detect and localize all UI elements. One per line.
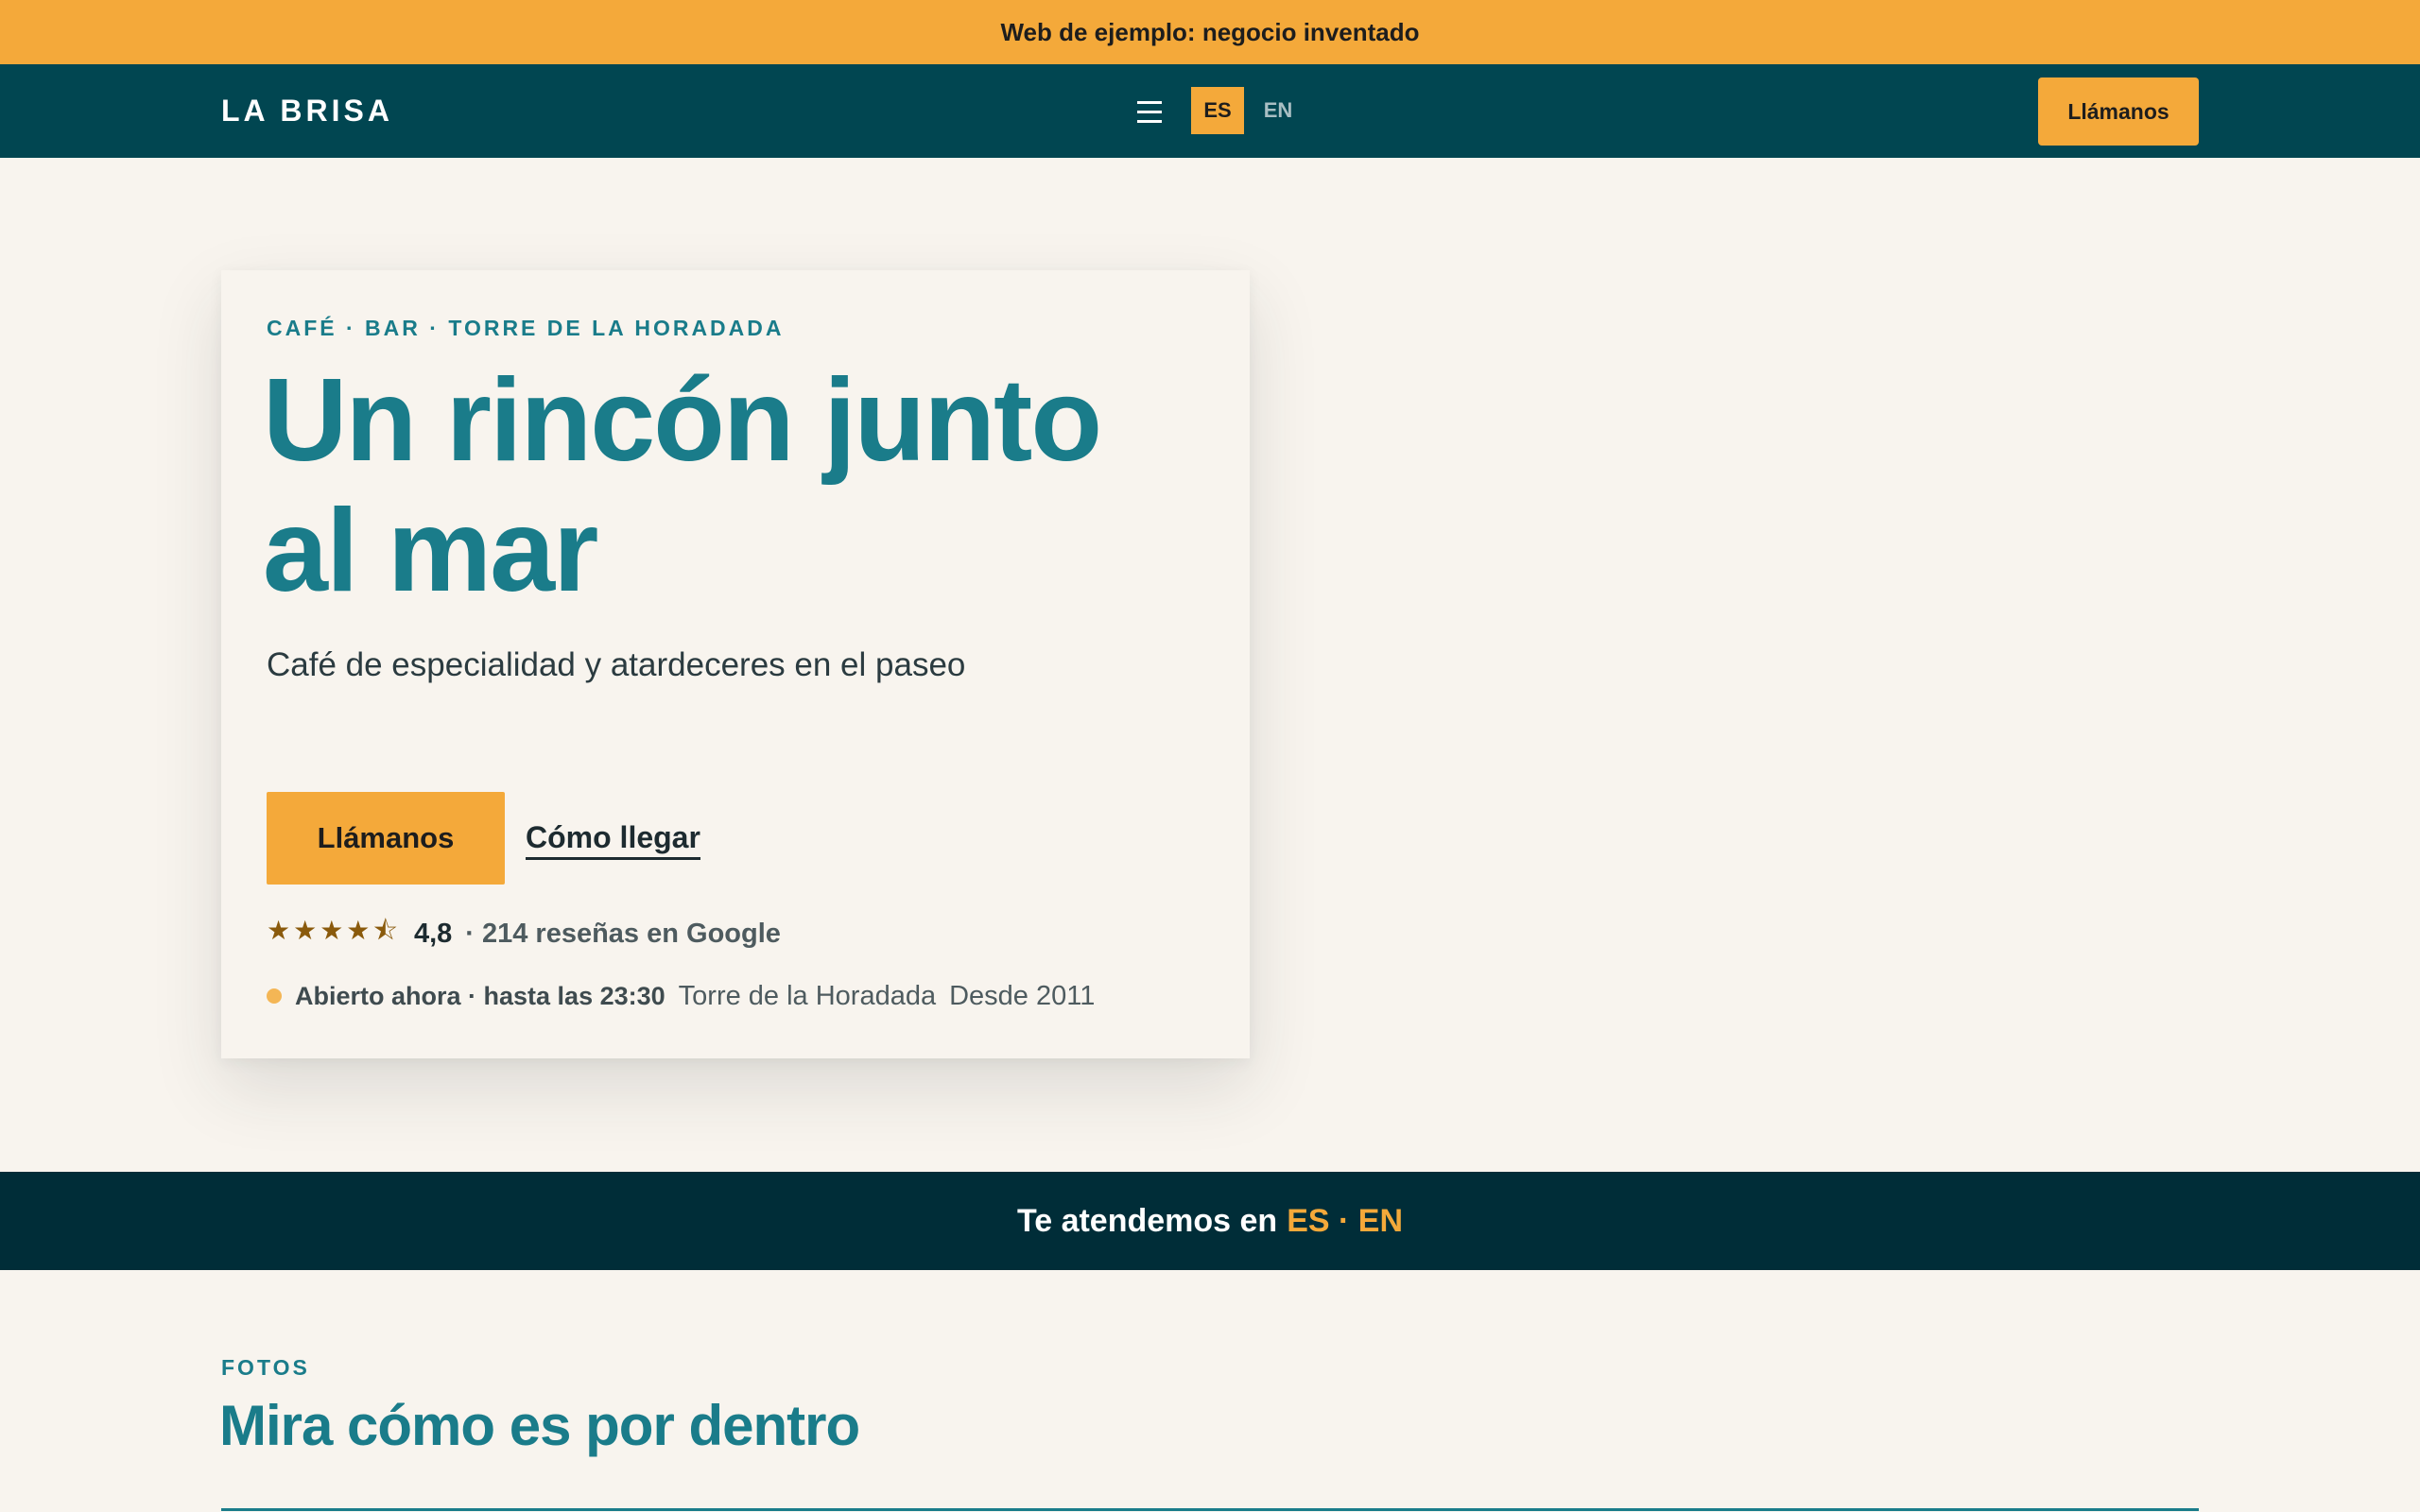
hero-subtitle: Café de especialidad y atardeceres en el… <box>267 646 966 683</box>
language-es-button[interactable]: ES <box>1191 87 1244 134</box>
hero-title: Un rincón junto al mar <box>263 355 1102 616</box>
photos-eyebrow: FOTOS <box>221 1355 310 1380</box>
call-button[interactable]: Llámanos <box>267 792 505 885</box>
open-status-dot-icon <box>267 988 282 1004</box>
rating-score: 4,8 <box>413 918 453 949</box>
site-header: LA BRISA ES EN Llámanos <box>0 64 2420 158</box>
brand-logo[interactable]: LA BRISA <box>221 64 393 158</box>
photos-title: Mira cómo es por dentro <box>219 1394 860 1457</box>
language-en-button[interactable]: EN <box>1252 87 1305 134</box>
status-row: Abierto ahora · hasta las 23:30 Torre de… <box>267 975 1095 1017</box>
since-text: Desde 2011 <box>949 980 1096 1011</box>
language-strip-languages: ES · EN <box>1287 1202 1404 1239</box>
language-strip-prefix: Te atendemos en <box>1016 1202 1278 1239</box>
hero-card: CAFÉ · BAR · TORRE DE LA HORADADA Un rin… <box>221 270 1250 1058</box>
hero-eyebrow: CAFÉ · BAR · TORRE DE LA HORADADA <box>267 316 785 340</box>
language-strip: Te atendemos en ES · EN <box>0 1172 2420 1270</box>
photos-divider <box>221 1508 2199 1511</box>
header-call-button[interactable]: Llámanos <box>2038 77 2199 146</box>
page: Web de ejemplo: negocio inventado LA BRI… <box>0 0 2420 1512</box>
demo-banner: Web de ejemplo: negocio inventado <box>0 0 2420 64</box>
location-text: Torre de la Horadada <box>678 980 937 1011</box>
rating-row: ★★★★⯪ 4,8 · 214 reseñas en Google <box>267 913 781 954</box>
directions-link[interactable]: Cómo llegar <box>526 820 700 860</box>
review-count: · 214 reseñas en Google <box>465 918 781 949</box>
rating-stars-icon: ★★★★⯪ <box>267 915 401 946</box>
open-status-text: Abierto ahora · hasta las 23:30 <box>295 981 666 1010</box>
hamburger-icon[interactable] <box>1131 93 1168 130</box>
demo-banner-text: Web de ejemplo: negocio inventado <box>1000 17 1420 46</box>
